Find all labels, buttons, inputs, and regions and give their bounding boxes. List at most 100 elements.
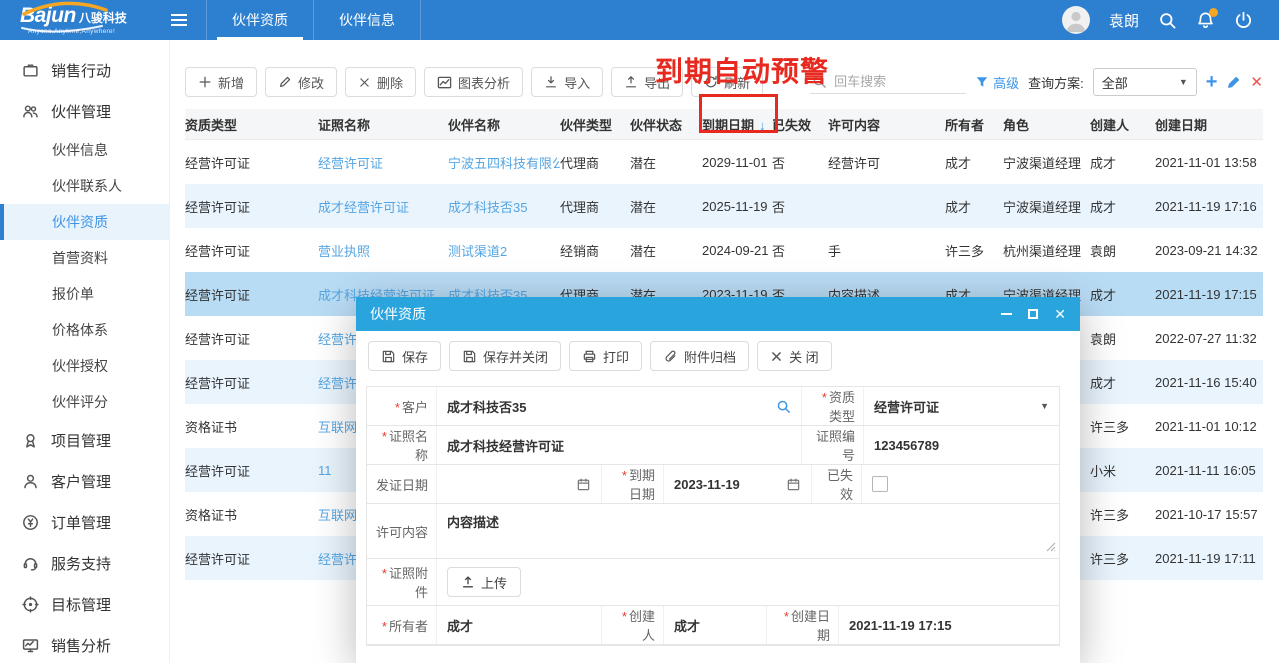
table-cell: 代理商 [560,153,630,172]
nav-tab[interactable]: 伙伴信息 [314,0,421,40]
search-icon[interactable] [1158,11,1177,30]
search-icon[interactable] [776,399,791,414]
sidebar-item[interactable]: 销售分析 [0,625,169,663]
license-content-label: 许可内容 [367,504,437,558]
column-header[interactable]: 所有者 [945,115,1003,134]
sidebar-item[interactable]: 伙伴联系人 [0,168,169,204]
advanced-filter-button[interactable]: 高级 [975,73,1019,92]
toolbar-button[interactable]: 修改 [265,67,337,97]
sidebar-item[interactable]: 订单管理 [0,502,169,543]
invalid-checkbox[interactable] [872,476,888,492]
x-icon [358,76,371,89]
sidebar-item[interactable]: 价格体系 [0,312,169,348]
cell-link[interactable]: 成才科技否35 [448,197,560,216]
column-header[interactable]: 许可内容 [828,115,945,134]
toolbar-button[interactable]: 图表分析 [424,67,523,97]
cell-link[interactable]: 宁波五四科技有限公司 [448,153,560,172]
qual-type-select[interactable]: 经营许可证▼ [864,387,1059,425]
customer-field[interactable]: 成才科技否35 [437,387,802,425]
resize-handle[interactable] [1046,540,1056,555]
license-content-textarea[interactable]: 内容描述 [437,504,1059,558]
table-cell: 小米 [1090,461,1155,480]
column-header[interactable]: 伙伴类型 [560,115,630,134]
add-button[interactable]: 新增 [185,67,257,97]
column-header[interactable]: 已失效 [772,115,828,134]
add-scheme-button[interactable]: + [1206,72,1218,92]
sidebar-item[interactable]: 伙伴管理 [0,91,169,132]
sidebar-item[interactable]: 销售行动 [0,50,169,91]
delete-scheme-button[interactable]: ✕ [1250,75,1263,90]
import-icon [544,75,558,89]
sidebar-item[interactable]: 伙伴授权 [0,348,169,384]
sidebar-item-label: 销售分析 [51,635,111,656]
upload-button[interactable]: 上传 [447,567,521,597]
sidebar-item-label: 伙伴资质 [52,212,108,232]
table-row[interactable]: 经营许可证成才经营许可证成才科技否35代理商潜在2025-11-19否成才宁波渠… [185,184,1263,228]
table-row[interactable]: 经营许可证营业执照测试渠道2经销商潜在2024-09-21否手许三多杭州渠道经理… [185,228,1263,272]
save-button[interactable]: 保存 [368,341,441,371]
nav-tab[interactable]: 伙伴资质 [206,0,314,40]
sidebar-item-label: 服务支持 [51,553,111,574]
filter-funnel-icon [975,75,989,89]
column-header[interactable]: 证照名称 [318,115,448,134]
column-header[interactable]: 伙伴状态 [630,115,702,134]
maximize-button[interactable] [1028,309,1038,319]
column-header[interactable]: 创建日期 [1155,115,1263,134]
scheme-label: 查询方案: [1028,73,1084,92]
toolbar-button[interactable]: 导入 [531,67,603,97]
bell-icon[interactable] [1196,11,1215,30]
scheme-select[interactable]: 全部 ▼ [1093,68,1197,96]
close-icon[interactable]: ✕ [1054,307,1066,321]
sidebar-item[interactable]: 客户管理 [0,461,169,502]
menu-toggle[interactable] [158,0,200,40]
issue-date-field[interactable] [437,465,602,503]
plus-icon [198,75,212,89]
sidebar-item[interactable]: 伙伴评分 [0,384,169,420]
column-header[interactable]: 资质类型 [185,115,318,134]
column-header[interactable]: 伙伴名称 [448,115,560,134]
archive-attachment-button[interactable]: 附件归档 [650,341,749,371]
avatar[interactable] [1062,6,1090,34]
column-header[interactable]: 角色 [1003,115,1090,134]
sidebar-item[interactable]: 伙伴信息 [0,132,169,168]
expire-date-field[interactable]: 2023-11-19 [664,465,812,503]
sidebar-item[interactable]: 项目管理 [0,420,169,461]
filter-bar: 高级 查询方案: 全部 ▼ + ✕ [810,68,1263,96]
table-cell: 杭州渠道经理 [1003,241,1090,260]
edit-scheme-button[interactable] [1226,75,1241,90]
column-header[interactable]: 创建人 [1090,115,1155,134]
table-row[interactable]: 经营许可证经营许可证宁波五四科技有限公司代理商潜在2029-11-01否经营许可… [185,140,1263,184]
cert-name-field[interactable]: 成才科技经营许可证 [437,426,802,464]
table-cell: 手 [828,241,945,260]
table-cell: 成才 [1090,285,1155,304]
toolbar-button[interactable]: 删除 [345,67,416,97]
cell-link[interactable]: 成才经营许可证 [318,197,448,216]
calendar-icon[interactable] [576,477,591,492]
cell-link[interactable]: 测试渠道2 [448,241,560,260]
sidebar-item[interactable]: 伙伴资质 [0,204,169,240]
save-and-close-button[interactable]: 保存并关闭 [449,341,561,371]
sidebar-item[interactable]: 服务支持 [0,543,169,584]
power-icon[interactable] [1234,11,1253,30]
calendar-icon[interactable] [786,477,801,492]
print-button[interactable]: 打印 [569,341,642,371]
table-cell: 经销商 [560,241,630,260]
creator-label: *创建人 [602,606,664,644]
chevron-down-icon: ▼ [1040,401,1049,411]
sidebar-item-label: 报价单 [52,284,94,304]
search-input[interactable] [832,73,954,90]
sidebar-item[interactable]: 目标管理 [0,584,169,625]
user-name[interactable]: 袁朗 [1109,10,1139,31]
top-navbar: Bajun 八骏科技 Anyone,Anytime,Anywhere! 伙伴资质… [0,0,1279,40]
cell-link[interactable]: 营业执照 [318,241,448,260]
sidebar-item[interactable]: 首营资料 [0,240,169,276]
cell-link[interactable]: 经营许可证 [318,153,448,172]
sidebar-item[interactable]: 报价单 [0,276,169,312]
close-button[interactable]: 关 闭 [757,341,832,371]
cert-no-field[interactable]: 123456789 [864,426,1059,464]
advanced-label: 高级 [993,73,1019,92]
pencil-icon [278,75,292,89]
minimize-button[interactable] [1001,313,1012,315]
dialog-titlebar: 伙伴资质 ✕ [356,297,1080,331]
table-cell: 经营许可证 [185,549,318,568]
